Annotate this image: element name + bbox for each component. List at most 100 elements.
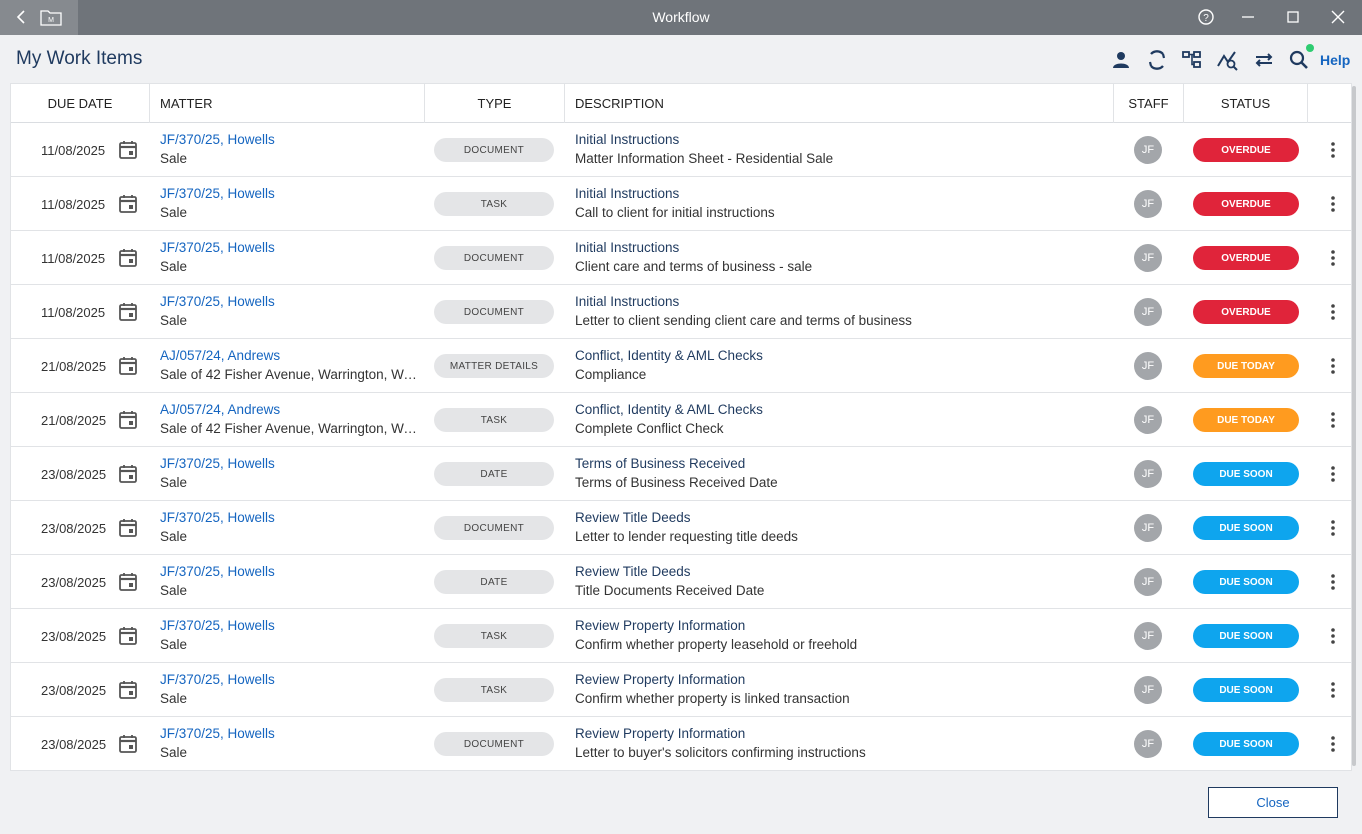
matter-link[interactable]: JF/370/25, Howells bbox=[160, 510, 422, 525]
minimize-icon[interactable] bbox=[1238, 7, 1258, 27]
calendar-icon[interactable] bbox=[119, 410, 137, 429]
column-type[interactable]: TYPE bbox=[425, 84, 565, 123]
help-link[interactable]: Help bbox=[1320, 52, 1350, 68]
description-detail: Matter Information Sheet - Residential S… bbox=[575, 151, 834, 166]
matter-link[interactable]: JF/370/25, Howells bbox=[160, 294, 422, 309]
table-row[interactable]: 11/08/2025 JF/370/25, Howells Sale DOCUM… bbox=[11, 231, 1351, 285]
matter-link[interactable]: JF/370/25, Howells bbox=[160, 186, 422, 201]
calendar-icon[interactable] bbox=[119, 194, 137, 213]
matter-link[interactable]: JF/370/25, Howells bbox=[160, 672, 422, 687]
help-circle-icon[interactable]: ? bbox=[1196, 7, 1216, 27]
matter-link[interactable]: JF/370/25, Howells bbox=[160, 726, 422, 741]
staff-avatar: JF bbox=[1134, 514, 1162, 542]
table-row[interactable]: 23/08/2025 JF/370/25, Howells Sale DOCUM… bbox=[11, 717, 1351, 770]
more-options-icon[interactable] bbox=[1323, 571, 1343, 593]
calendar-icon[interactable] bbox=[119, 356, 137, 375]
matter-subtitle: Sale bbox=[160, 529, 188, 544]
description-title[interactable]: Terms of Business Received bbox=[575, 456, 1105, 471]
more-options-icon[interactable] bbox=[1323, 247, 1343, 269]
table-row[interactable]: 11/08/2025 JF/370/25, Howells Sale TASK … bbox=[11, 177, 1351, 231]
description-title[interactable]: Conflict, Identity & AML Checks bbox=[575, 402, 1105, 417]
column-due-date[interactable]: DUE DATE bbox=[11, 84, 150, 123]
matter-cell: AJ/057/24, Andrews Sale of 42 Fisher Ave… bbox=[160, 348, 422, 382]
maximize-icon[interactable] bbox=[1283, 7, 1303, 27]
column-matter[interactable]: MATTER bbox=[150, 84, 425, 123]
column-description[interactable]: DESCRIPTION bbox=[565, 84, 1114, 123]
more-options-icon[interactable] bbox=[1323, 625, 1343, 647]
description-title[interactable]: Review Property Information bbox=[575, 618, 1105, 633]
staff-avatar: JF bbox=[1134, 730, 1162, 758]
matter-link[interactable]: AJ/057/24, Andrews bbox=[160, 348, 422, 363]
table-row[interactable]: 23/08/2025 JF/370/25, Howells Sale DATE … bbox=[11, 447, 1351, 501]
description-title[interactable]: Initial Instructions bbox=[575, 186, 1105, 201]
table-row[interactable]: 23/08/2025 JF/370/25, Howells Sale TASK … bbox=[11, 609, 1351, 663]
staff-avatar: JF bbox=[1134, 190, 1162, 218]
matter-link[interactable]: JF/370/25, Howells bbox=[160, 618, 422, 633]
table-scrollbar-thumb[interactable] bbox=[1352, 86, 1356, 766]
more-options-icon[interactable] bbox=[1323, 463, 1343, 485]
hierarchy-icon[interactable] bbox=[1180, 48, 1204, 72]
description-title[interactable]: Review Title Deeds bbox=[575, 510, 1105, 525]
calendar-icon[interactable] bbox=[119, 464, 137, 483]
description-title[interactable]: Initial Instructions bbox=[575, 132, 1105, 147]
calendar-icon[interactable] bbox=[119, 680, 137, 699]
more-options-icon[interactable] bbox=[1323, 355, 1343, 377]
svg-text:?: ? bbox=[1203, 13, 1209, 24]
due-date: 21/08/2025 bbox=[41, 413, 107, 428]
description-cell: Initial Instructions Matter Information … bbox=[575, 132, 1105, 166]
description-cell: Conflict, Identity & AML Checks Complete… bbox=[575, 402, 1105, 436]
table-row[interactable]: 23/08/2025 JF/370/25, Howells Sale DOCUM… bbox=[11, 501, 1351, 555]
table-header: DUE DATE MATTER TYPE DESCRIPTION STAFF S… bbox=[11, 84, 1351, 123]
refresh-icon[interactable] bbox=[1145, 48, 1169, 72]
close-window-icon[interactable] bbox=[1328, 7, 1348, 27]
matter-cell: JF/370/25, Howells Sale bbox=[160, 294, 422, 328]
table-row[interactable]: 11/08/2025 JF/370/25, Howells Sale DOCUM… bbox=[11, 285, 1351, 339]
table-row[interactable]: 11/08/2025 JF/370/25, Howells Sale DOCUM… bbox=[11, 123, 1351, 177]
calendar-icon[interactable] bbox=[119, 572, 137, 591]
close-button[interactable]: Close bbox=[1208, 787, 1338, 818]
calendar-icon[interactable] bbox=[119, 734, 137, 753]
more-options-icon[interactable] bbox=[1323, 733, 1343, 755]
more-options-icon[interactable] bbox=[1323, 139, 1343, 161]
description-cell: Review Property Information Confirm whet… bbox=[575, 672, 1105, 706]
calendar-icon[interactable] bbox=[119, 302, 137, 321]
calendar-icon[interactable] bbox=[119, 518, 137, 537]
more-options-icon[interactable] bbox=[1323, 409, 1343, 431]
swap-arrows-icon[interactable] bbox=[1252, 48, 1276, 72]
more-options-icon[interactable] bbox=[1323, 517, 1343, 539]
matter-link[interactable]: JF/370/25, Howells bbox=[160, 456, 422, 471]
more-options-icon[interactable] bbox=[1323, 301, 1343, 323]
table-row[interactable]: 21/08/2025 AJ/057/24, Andrews Sale of 42… bbox=[11, 339, 1351, 393]
matter-link[interactable]: JF/370/25, Howells bbox=[160, 132, 422, 147]
calendar-icon[interactable] bbox=[119, 626, 137, 645]
due-date: 23/08/2025 bbox=[41, 575, 107, 590]
description-title[interactable]: Initial Instructions bbox=[575, 240, 1105, 255]
description-title[interactable]: Conflict, Identity & AML Checks bbox=[575, 348, 1105, 363]
table-row[interactable]: 23/08/2025 JF/370/25, Howells Sale TASK … bbox=[11, 663, 1351, 717]
description-detail: Terms of Business Received Date bbox=[575, 475, 778, 490]
matter-cell: JF/370/25, Howells Sale bbox=[160, 726, 422, 760]
column-staff[interactable]: STAFF bbox=[1114, 84, 1184, 123]
table-row[interactable]: 21/08/2025 AJ/057/24, Andrews Sale of 42… bbox=[11, 393, 1351, 447]
status-badge: OVERDUE bbox=[1193, 192, 1299, 216]
more-options-icon[interactable] bbox=[1323, 193, 1343, 215]
matter-subtitle: Sale bbox=[160, 151, 188, 166]
analytics-search-icon[interactable] bbox=[1216, 48, 1240, 72]
description-title[interactable]: Review Property Information bbox=[575, 726, 1105, 741]
calendar-icon[interactable] bbox=[119, 248, 137, 267]
description-detail: Letter to client sending client care and… bbox=[575, 313, 912, 328]
matter-link[interactable]: JF/370/25, Howells bbox=[160, 564, 422, 579]
matter-subtitle: Sale bbox=[160, 637, 188, 652]
more-options-icon[interactable] bbox=[1323, 679, 1343, 701]
description-title[interactable]: Review Property Information bbox=[575, 672, 1105, 687]
matter-link[interactable]: JF/370/25, Howells bbox=[160, 240, 422, 255]
calendar-icon[interactable] bbox=[119, 140, 137, 159]
matter-cell: JF/370/25, Howells Sale bbox=[160, 672, 422, 706]
description-title[interactable]: Review Title Deeds bbox=[575, 564, 1105, 579]
user-filter-icon[interactable] bbox=[1109, 48, 1133, 72]
description-title[interactable]: Initial Instructions bbox=[575, 294, 1105, 309]
matter-link[interactable]: AJ/057/24, Andrews bbox=[160, 402, 422, 417]
matter-subtitle: Sale bbox=[160, 313, 188, 328]
table-row[interactable]: 23/08/2025 JF/370/25, Howells Sale DATE … bbox=[11, 555, 1351, 609]
column-status[interactable]: STATUS bbox=[1184, 84, 1308, 123]
